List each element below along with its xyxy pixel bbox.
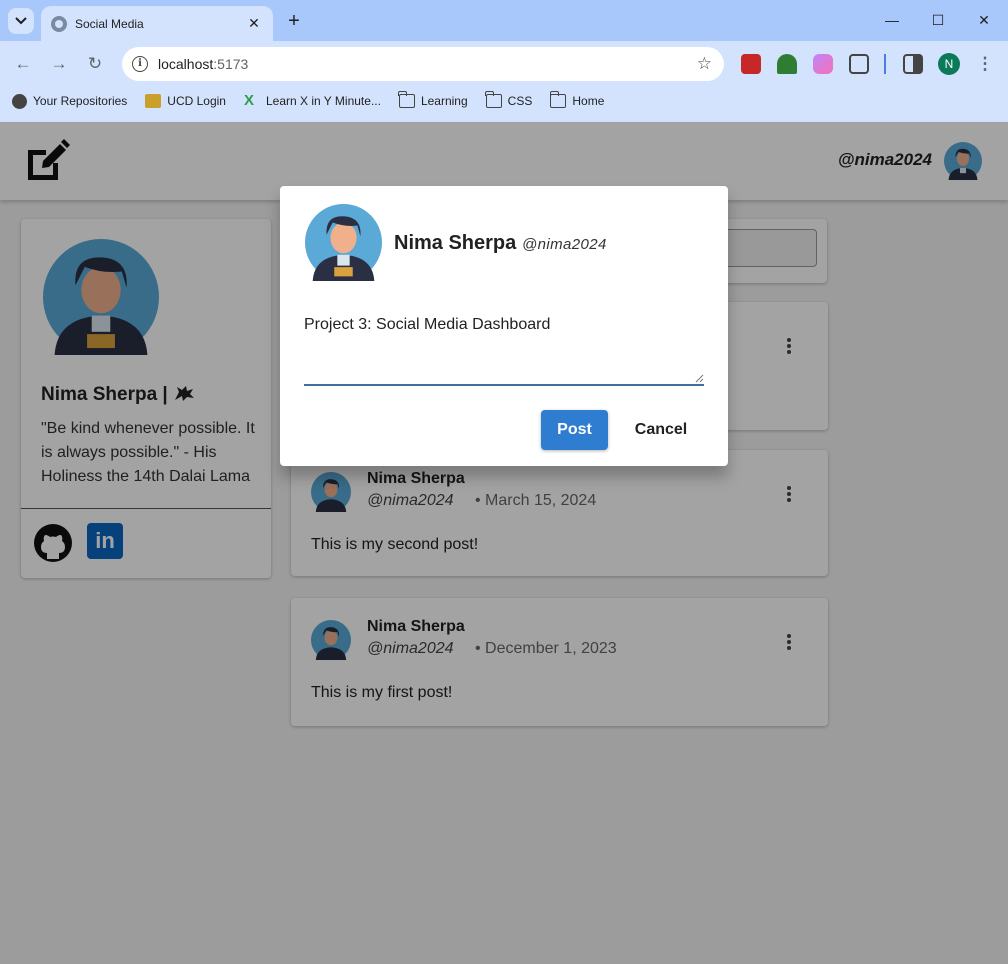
address-bar[interactable]: i localhost:5173 ☆ [122, 47, 724, 81]
new-post-dialog: Nima Sherpa @nima2024 Project 3: Social … [280, 186, 728, 466]
window-close-button[interactable]: ✕ [972, 9, 996, 31]
forward-button[interactable]: → [47, 52, 71, 76]
toolbar-divider [884, 54, 886, 74]
folder-icon [549, 91, 567, 108]
post-button[interactable]: Post [541, 410, 608, 450]
tab-search-button[interactable] [8, 8, 34, 34]
url-text[interactable]: localhost:5173 [158, 56, 697, 72]
bookmark-learn-x[interactable]: X Learn X in Y Minute... [243, 92, 381, 109]
reload-button[interactable]: ↻ [83, 52, 107, 76]
cancel-button[interactable]: Cancel [626, 410, 696, 450]
chevron-down-icon [15, 17, 27, 25]
folder-icon [398, 91, 415, 108]
dialog-author-name: Nima Sherpa [394, 232, 517, 254]
extension-tree-icon[interactable] [777, 54, 797, 74]
github-icon [12, 93, 27, 109]
close-icon[interactable]: ✕ [245, 15, 263, 32]
learn-x-icon: X [243, 92, 254, 109]
tab-strip: Social Media ✕ + — ☐ ✕ [0, 0, 1008, 41]
profile-avatar-badge[interactable]: N [938, 53, 960, 75]
folder-icon [485, 91, 502, 108]
bookmark-css[interactable]: CSS [485, 91, 532, 108]
extensions-puzzle-icon[interactable] [849, 54, 869, 74]
ucd-icon [145, 94, 162, 108]
back-button[interactable]: ← [11, 52, 35, 76]
bookmark-learning[interactable]: Learning [398, 91, 468, 108]
bookmark-your-repositories[interactable]: Your Repositories [12, 93, 127, 109]
extension-gradient-icon[interactable] [813, 54, 833, 74]
bookmarks-bar: Your Repositories UCD Login X Learn X in … [0, 88, 1008, 114]
bookmark-star-icon[interactable]: ☆ [697, 54, 712, 74]
minimize-button[interactable]: — [880, 9, 904, 31]
tab-social-media[interactable]: Social Media ✕ [41, 6, 273, 41]
post-text-input[interactable]: Project 3: Social Media Dashboard [304, 314, 704, 386]
globe-icon [51, 15, 67, 32]
browser-chrome: Social Media ✕ + — ☐ ✕ ← → ↻ i localhost… [0, 0, 1008, 122]
side-panel-icon[interactable] [903, 54, 923, 74]
maximize-button[interactable]: ☐ [926, 9, 950, 31]
new-tab-button[interactable]: + [283, 8, 305, 34]
extension-icon[interactable] [741, 54, 761, 74]
bookmark-home[interactable]: Home [549, 91, 604, 108]
avatar [305, 204, 382, 281]
dialog-author-handle: @nima2024 [522, 236, 607, 253]
resize-grip-icon[interactable] [694, 373, 704, 383]
more-menu-icon[interactable]: ⋮ [973, 52, 997, 76]
tab-title: Social Media [75, 16, 144, 31]
info-icon[interactable]: i [132, 56, 148, 72]
bookmark-ucd-login[interactable]: UCD Login [145, 94, 226, 108]
